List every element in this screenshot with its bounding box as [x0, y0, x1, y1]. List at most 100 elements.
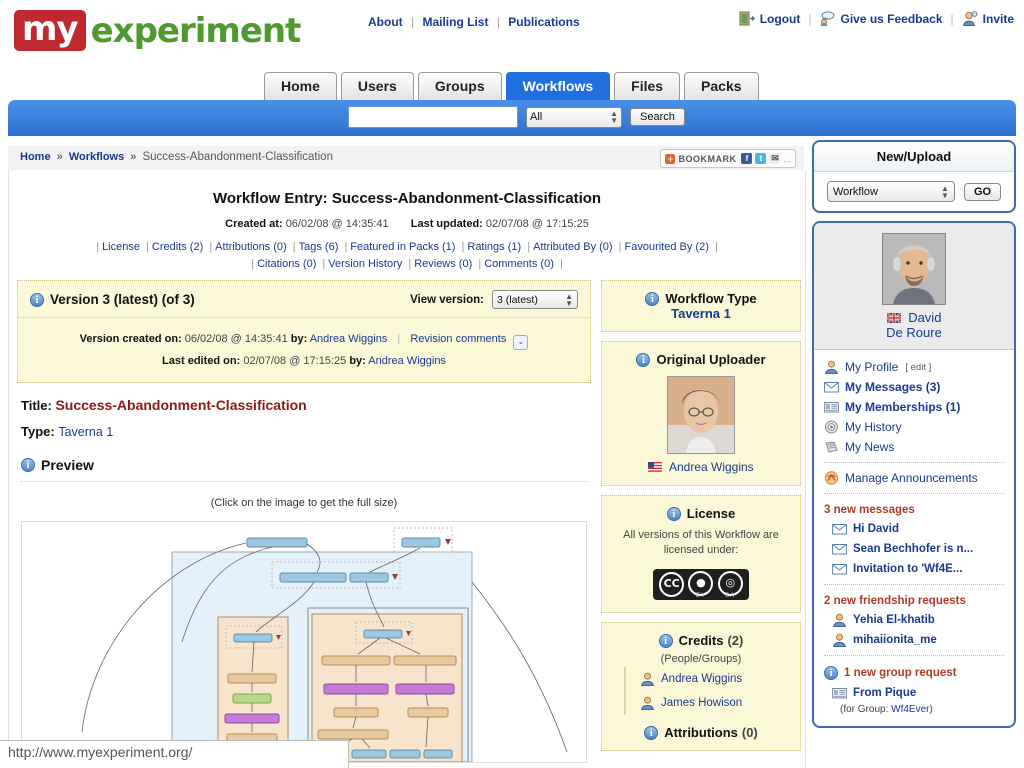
menu-item-manage-announcements[interactable]: Manage Announcements [814, 468, 1014, 488]
message-item[interactable]: Invitation to 'Wf4E... [814, 559, 1014, 579]
workflow-type-value[interactable]: Taverna 1 [58, 425, 113, 439]
credit-person-name: Andrea Wiggins [661, 673, 743, 685]
friendship-request-name: mihaiionita_me [853, 634, 937, 646]
chevron-updown-icon: ▲ ▼ [941, 183, 949, 200]
tab-workflows[interactable]: Workflows [505, 72, 611, 100]
breadcrumb-strip: Home » Workflows » Success-Abandonment-C… [8, 146, 804, 171]
meta-link-comments[interactable]: Comments (0) [484, 258, 554, 270]
nav-mailing-list[interactable]: Mailing List [422, 15, 488, 29]
new-messages-heading: 3 new messages [824, 504, 915, 516]
group-name[interactable]: Wf4Ever [891, 704, 929, 715]
search-bar: All ▲ ▼ Search [8, 100, 1016, 136]
credit-person-name: James Howison [661, 697, 743, 709]
facebook-icon[interactable]: f [741, 153, 753, 164]
meta-link-credits[interactable]: Credits (2) [152, 241, 203, 253]
profile-name-line2[interactable]: De Roure [814, 325, 1014, 340]
original-uploader-panel-header: i Original Uploader [610, 352, 792, 367]
workflow-title-label: Title: [21, 398, 52, 413]
version-edited-by-user[interactable]: Andrea Wiggins [368, 355, 446, 367]
tab-files[interactable]: Files [614, 72, 681, 100]
friendship-request-item[interactable]: mihaiionita_me [814, 630, 1014, 650]
bookmark-widget[interactable]: + BOOKMARK f t ✉ ... [660, 149, 796, 168]
more-share-icon[interactable]: ... [783, 154, 791, 164]
meta-link-attributed-by[interactable]: Attributed By (0) [533, 241, 612, 253]
workflow-type-panel-value[interactable]: Taverna 1 [671, 306, 731, 321]
nav-publications[interactable]: Publications [508, 15, 579, 29]
workflow-preview-image[interactable] [21, 521, 587, 763]
message-item[interactable]: Sean Bechhofer is n... [814, 539, 1014, 559]
uploader-avatar[interactable] [667, 376, 735, 454]
tab-users[interactable]: Users [340, 72, 414, 100]
updated-value: 02/07/08 @ 17:15:25 [485, 218, 589, 230]
meta-link-favourited-by[interactable]: Favourited By (2) [625, 241, 709, 253]
profile-avatar[interactable] [882, 233, 946, 305]
meta-link-reviews[interactable]: Reviews (0) [414, 258, 472, 270]
menu-item-my-memberships[interactable]: My Memberships (1) [814, 397, 1014, 417]
credits-count: (2) [727, 633, 744, 648]
friendship-request-item[interactable]: Yehia El-khatib [814, 610, 1014, 630]
search-button[interactable]: Search [630, 108, 685, 126]
go-button[interactable]: GO [963, 182, 1002, 201]
breadcrumb-workflows[interactable]: Workflows [69, 151, 124, 163]
email-icon[interactable]: ✉ [769, 153, 781, 164]
new-upload-controls: Workflow ▲ ▼ GO [814, 172, 1014, 211]
version-created-by-user[interactable]: Andrea Wiggins [310, 333, 388, 345]
version-created-by-label: by: [290, 333, 308, 345]
menu-item-my-news[interactable]: My News [814, 437, 1014, 457]
meta-link-tags[interactable]: Tags (6) [299, 241, 339, 253]
nav-separator: | [808, 11, 812, 26]
card-icon [824, 400, 839, 414]
credit-person-row[interactable]: Andrea Wiggins [624, 667, 792, 691]
divider [824, 584, 1004, 585]
group-request-item[interactable]: From Pique [814, 683, 1014, 703]
breadcrumb-separator: » [130, 151, 137, 163]
menu-item-my-messages[interactable]: My Messages (3) [814, 377, 1014, 397]
preview-heading-row: i Preview [21, 457, 587, 482]
site-logo[interactable]: my experiment [14, 10, 301, 51]
creative-commons-badge[interactable]: CC ● BY ◎ SA [653, 569, 749, 600]
tab-groups[interactable]: Groups [417, 72, 502, 100]
meta-link-citations[interactable]: Citations (0) [257, 258, 316, 270]
menu-item-my-profile-label: My Profile [845, 360, 899, 374]
content-columns: i Version 3 (latest) (of 3) View version… [9, 280, 805, 768]
revision-comments-link[interactable]: Revision comments [410, 333, 506, 345]
user-nav: Logout | Give us Feedback | Invite [739, 11, 1014, 26]
meta-link-license[interactable]: License [102, 241, 140, 253]
twitter-icon[interactable]: t [755, 153, 767, 164]
profile-name-line1[interactable]: David [908, 310, 941, 325]
chevron-down-icon[interactable]: ⌄ [513, 335, 529, 350]
uploader-name[interactable]: Andrea Wiggins [669, 460, 754, 474]
main-tabs-row: Home Users Groups Workflows Files Packs [0, 70, 1024, 102]
search-controls: All ▲ ▼ Search [348, 106, 685, 128]
breadcrumb-current: Success-Abandonment-Classification [142, 151, 333, 163]
meta-link-featured-in-packs[interactable]: Featured in Packs (1) [350, 241, 455, 253]
user-menu: My Profile [ edit ] My Messages (3) My M… [814, 350, 1014, 726]
user-panel: David De Roure My Profile [ edit ] My Me… [812, 221, 1016, 728]
center-nav: About | Mailing List | Publications [368, 15, 580, 29]
feedback-link[interactable]: Give us Feedback [840, 12, 942, 26]
tab-packs[interactable]: Packs [684, 72, 759, 100]
message-item[interactable]: Hi David [814, 519, 1014, 539]
search-input[interactable] [348, 106, 518, 128]
invite-link[interactable]: Invite [983, 12, 1014, 26]
credits-panel: i Credits (2) (People/Groups) Andrea Wig… [601, 622, 801, 751]
new-upload-type-select[interactable]: Workflow ▲ ▼ [826, 181, 955, 202]
meta-link-attributions[interactable]: Attributions (0) [215, 241, 287, 253]
meta-link-version-history[interactable]: Version History [328, 258, 402, 270]
license-panel-title: License [686, 506, 736, 521]
group-request-from: From Pique [853, 687, 917, 699]
breadcrumb-home[interactable]: Home [20, 151, 51, 163]
credit-person-row[interactable]: James Howison [624, 691, 792, 715]
menu-item-my-history[interactable]: My History [814, 417, 1014, 437]
menu-item-my-profile[interactable]: My Profile [ edit ] [814, 357, 1014, 377]
version-select[interactable]: 3 (latest) ▲ ▼ [492, 290, 578, 309]
envelope-icon [824, 380, 839, 394]
envelope-icon [832, 542, 847, 556]
version-title: Version 3 (latest) (of 3) [50, 292, 195, 307]
logout-link[interactable]: Logout [760, 12, 801, 26]
edit-profile-link[interactable]: [ edit ] [905, 362, 931, 373]
meta-link-ratings[interactable]: Ratings (1) [467, 241, 521, 253]
nav-about[interactable]: About [368, 15, 403, 29]
tab-home[interactable]: Home [264, 72, 337, 100]
search-scope-select[interactable]: All ▲ ▼ [526, 106, 622, 128]
